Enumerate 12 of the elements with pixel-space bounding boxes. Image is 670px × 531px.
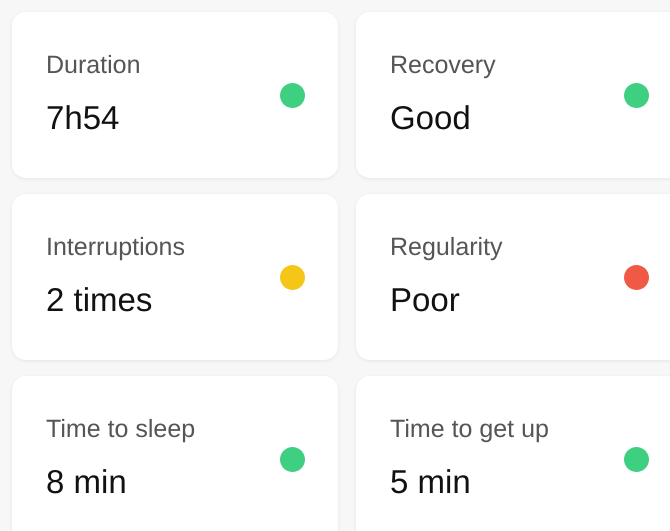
metric-label: Recovery [390,50,496,80]
metric-label: Regularity [390,232,503,262]
metric-label: Time to get up [390,414,549,444]
metric-value: Poor [390,280,460,320]
metric-value: 8 min [46,462,127,502]
metric-value: 2 times [46,280,152,320]
metric-value: 7h54 [46,98,120,138]
metric-label: Time to sleep [46,414,196,444]
metric-value: 5 min [390,462,471,502]
metric-value: Good [390,98,471,138]
metric-label: Interruptions [46,232,185,262]
metric-label: Duration [46,50,140,80]
